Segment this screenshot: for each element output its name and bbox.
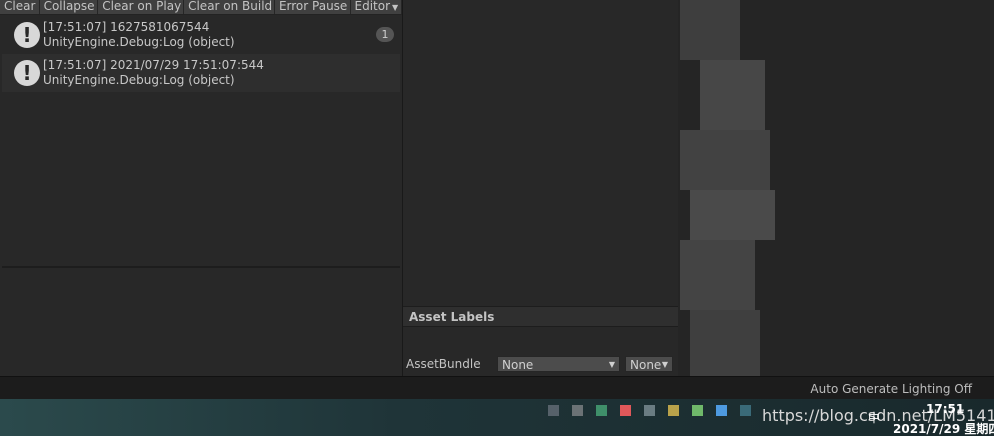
ime-indicator[interactable]: 中 [868, 409, 880, 426]
assetbundle-dropdown[interactable]: None ▼ [497, 356, 620, 372]
tray-icon[interactable] [548, 405, 559, 416]
pixelated-block [700, 60, 765, 130]
assetbundle-value: None [502, 358, 534, 372]
pixelated-block [680, 240, 755, 310]
editor-dropdown[interactable]: Editor ▼ [350, 0, 403, 14]
tray-icon[interactable] [740, 405, 751, 416]
error-pause-toggle[interactable]: Error Pause [274, 0, 351, 14]
info-icon: ! [14, 60, 40, 86]
clock-time[interactable]: 17:51 [926, 402, 964, 416]
collapse-toggle[interactable]: Collapse [39, 0, 99, 14]
lighting-status[interactable]: Auto Generate Lighting Off [810, 382, 972, 396]
clear-button[interactable]: Clear [0, 0, 40, 14]
log-list[interactable]: ! [17:51:07] 1627581067544 UnityEngine.D… [2, 16, 400, 266]
pixelated-block [680, 0, 740, 60]
log-message: [17:51:07] 1627581067544 [43, 20, 210, 34]
tray-icon[interactable] [668, 405, 679, 416]
info-icon: ! [14, 22, 40, 48]
caret-down-icon: ▼ [392, 3, 399, 12]
editor-dropdown-label: Editor [354, 0, 391, 13]
log-entry[interactable]: ! [17:51:07] 1627581067544 UnityEngine.D… [2, 16, 400, 54]
unity-editor-screen: Clear Collapse Clear on Play Clear on Bu… [0, 0, 994, 436]
pixelated-block [690, 190, 775, 240]
caret-down-icon: ▼ [661, 360, 668, 369]
log-count-badge: 1 [376, 27, 394, 42]
pixelated-block [690, 310, 760, 376]
log-stacktrace: UnityEngine.Debug:Log (object) [43, 35, 235, 49]
log-stacktrace: UnityEngine.Debug:Log (object) [43, 73, 235, 87]
clear-on-play-toggle[interactable]: Clear on Play [98, 0, 185, 14]
console-toolbar: Clear Collapse Clear on Play Clear on Bu… [0, 0, 403, 15]
clock-date[interactable]: 2021/7/29 星期四 [893, 420, 994, 436]
tray-icon[interactable] [692, 405, 703, 416]
tray-icon[interactable] [644, 405, 655, 416]
tray-icon[interactable] [596, 405, 607, 416]
console-panel: Clear Collapse Clear on Play Clear on Bu… [0, 0, 403, 376]
log-entry[interactable]: ! [17:51:07] 2021/07/29 17:51:07:544 Uni… [2, 54, 400, 92]
tray-icon[interactable] [572, 405, 583, 416]
tray-icon[interactable] [620, 405, 631, 416]
status-bar: Auto Generate Lighting Off [0, 376, 994, 400]
log-detail-area[interactable] [2, 268, 400, 374]
variant-value: None [630, 358, 662, 372]
tray-icon[interactable] [716, 405, 727, 416]
variant-dropdown[interactable]: None ▼ [625, 356, 673, 372]
log-message: [17:51:07] 2021/07/29 17:51:07:544 [43, 58, 264, 72]
pixelated-block [680, 130, 770, 190]
asset-labels-header[interactable]: Asset Labels [403, 306, 678, 327]
clear-on-build-toggle[interactable]: Clear on Build [184, 0, 275, 14]
caret-down-icon: ▼ [608, 360, 615, 369]
assetbundle-label: AssetBundle [406, 357, 481, 371]
